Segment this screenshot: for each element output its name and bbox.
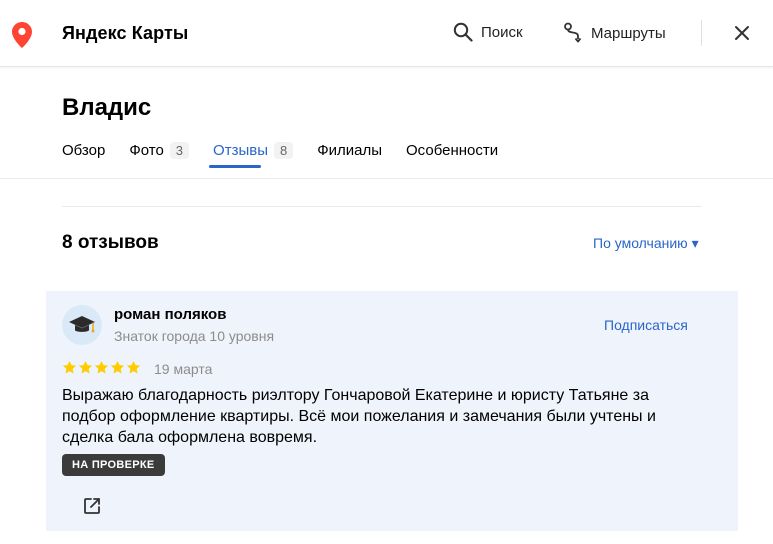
top-header: Яндекс Карты Поиск Маршруты [0,0,773,67]
review-card: роман поляков Знаток города 10 уровня По… [46,291,738,531]
map-pin-icon[interactable] [12,22,32,48]
close-icon[interactable] [733,24,751,42]
section-divider [62,206,702,207]
author-level: Знаток города 10 уровня [114,328,275,344]
organization-title: Владис [62,94,152,121]
star-icon [78,360,93,374]
tabs-divider [0,178,773,179]
tab-features[interactable]: Особенности [406,140,498,160]
graduation-cap-icon [69,316,95,333]
review-text: Выражаю благодарность риэлтору Гончарово… [62,387,656,446]
sort-dropdown[interactable]: По умолчанию ▾ [593,235,699,252]
review-author[interactable]: роман поляков [114,306,226,323]
search-button[interactable]: Поиск [453,22,523,42]
tab-label: Обзор [62,141,106,159]
avatar[interactable] [62,305,102,345]
star-icon [126,360,141,374]
reviews-count-heading: 8 отзывов [62,232,159,253]
tab-label: Отзывы [213,141,268,159]
tab-reviews[interactable]: Отзывы 8 [213,140,294,160]
status-badge: НА ПРОВЕРКЕ [62,454,165,476]
tab-photos[interactable]: Фото 3 [129,140,190,160]
header-divider [701,20,702,46]
star-icon [94,360,109,374]
share-icon[interactable] [82,496,102,516]
review-date: 19 марта [154,361,213,377]
tab-label: Филиалы [317,141,383,159]
app-title[interactable]: Яндекс Карты [62,23,188,44]
tab-overview[interactable]: Обзор [62,140,105,160]
search-icon [453,22,473,42]
tab-label: Фото [129,141,164,159]
star-icon [62,360,77,374]
search-label: Поиск [481,23,523,41]
subscribe-button[interactable]: Подписаться [604,317,688,333]
active-tab-indicator [209,165,261,168]
tab-count-badge: 8 [273,141,294,159]
routes-label: Маршруты [591,24,666,42]
route-icon [564,22,582,43]
tab-bar: Обзор Фото 3 Отзывы 8 Филиалы Особенност… [62,140,522,160]
star-icon [110,360,125,374]
tab-branches[interactable]: Филиалы [317,140,382,160]
rating-stars [62,360,142,375]
routes-button[interactable]: Маршруты [563,22,666,44]
tab-label: Особенности [406,141,499,159]
tab-count-badge: 3 [169,141,190,159]
